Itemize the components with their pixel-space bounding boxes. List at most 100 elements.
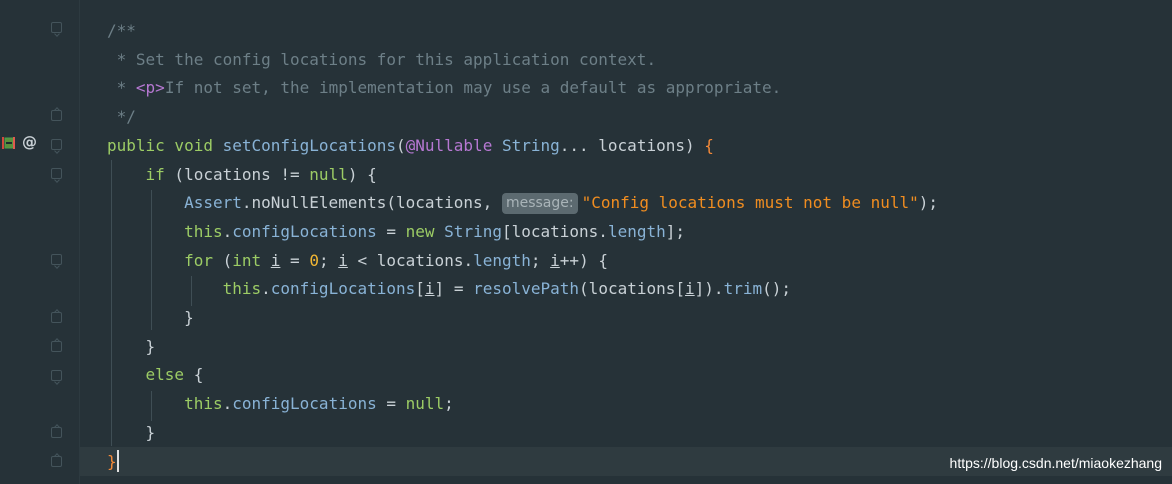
code-line[interactable]: for (int i = 0; i < locations.length; i+…: [107, 246, 608, 275]
code-token: );: [918, 193, 939, 213]
code-token: this: [184, 221, 223, 241]
code-line[interactable]: public void setConfigLocations(@Nullable…: [107, 131, 714, 160]
code-token: < locations.: [347, 250, 474, 270]
code-token: else: [145, 365, 185, 385]
code-token: .: [222, 221, 233, 241]
code-line[interactable]: }: [107, 447, 119, 476]
code-token: i: [424, 279, 435, 299]
code-line[interactable]: this.configLocations = null;: [107, 389, 454, 418]
code-token: }: [107, 451, 117, 471]
fold-expand-icon[interactable]: [51, 312, 62, 323]
fold-collapse-icon[interactable]: [51, 168, 62, 179]
code-token: ]).: [694, 279, 724, 299]
code-token: int: [232, 250, 271, 270]
fold-expand-icon[interactable]: [51, 110, 62, 121]
code-token: i: [550, 250, 560, 270]
code-token: String: [444, 221, 502, 241]
code-token: configLocations: [232, 221, 377, 241]
code-token: setConfigLocations: [222, 135, 396, 155]
code-token: /**: [107, 21, 136, 40]
fold-collapse-icon[interactable]: [51, 254, 62, 265]
code-token: new: [405, 221, 445, 241]
code-token: =: [376, 221, 406, 241]
code-token: configLocations: [270, 279, 416, 299]
code-token: i: [338, 250, 348, 270]
code-token: .noNullElements(locations,: [241, 193, 502, 213]
code-token: (: [212, 250, 233, 270]
code-token: i: [685, 279, 695, 299]
code-token: =: [376, 394, 406, 414]
code-editor[interactable]: @ /** * Set the config locations for thi…: [0, 0, 1172, 484]
fold-collapse-icon[interactable]: [51, 22, 62, 33]
code-token: }: [107, 308, 194, 327]
override-marker-icon[interactable]: [2, 135, 16, 151]
fold-collapse-icon[interactable]: [51, 370, 62, 381]
code-token: {: [184, 365, 204, 385]
code-token: this: [222, 279, 262, 299]
code-token: length: [473, 250, 531, 270]
code-token: =: [280, 250, 310, 270]
code-token: (locations !=: [164, 164, 310, 184]
code-token: *: [107, 78, 136, 98]
code-line[interactable]: else {: [107, 360, 204, 389]
code-token: null: [405, 394, 445, 414]
code-token: i: [270, 250, 281, 270]
annotation-at-icon[interactable]: @: [22, 133, 37, 151]
code-token: ;: [444, 394, 454, 414]
code-token: resolvePath: [473, 279, 580, 299]
code-line[interactable]: */: [107, 102, 136, 131]
parameter-hint: message:: [501, 193, 578, 215]
code-token: ] =: [434, 279, 474, 299]
code-token: ];: [665, 221, 685, 241]
code-line[interactable]: if (locations != null) {: [107, 160, 377, 189]
editor-gutter[interactable]: @: [0, 0, 80, 484]
code-token: public void: [107, 135, 223, 155]
code-line[interactable]: * <p>If not set, the implementation may …: [107, 73, 782, 102]
code-line[interactable]: this.configLocations[i] = resolvePath(lo…: [107, 274, 791, 303]
fold-expand-icon[interactable]: [51, 341, 62, 352]
watermark: https://blog.csdn.net/miaokezhang: [949, 455, 1162, 471]
fold-collapse-icon[interactable]: [51, 139, 62, 150]
code-token: ) {: [347, 164, 377, 184]
code-token: ;: [318, 250, 339, 270]
code-token: ... locations): [559, 135, 705, 155]
code-token: ;: [530, 250, 551, 270]
code-line[interactable]: }: [107, 418, 156, 447]
code-line[interactable]: Assert.noNullElements(locations, message…: [107, 188, 938, 217]
code-token: }: [107, 336, 156, 356]
code-token: <p>: [135, 78, 165, 98]
code-line[interactable]: }: [107, 303, 194, 332]
code-line[interactable]: this.configLocations = new String[locati…: [107, 217, 685, 246]
code-token: .: [222, 394, 233, 414]
code-token: Assert: [184, 193, 242, 213]
code-token: (: [395, 135, 406, 155]
gutter-separator: [79, 0, 80, 484]
code-token: ();: [762, 279, 791, 299]
code-token: */: [107, 107, 136, 127]
code-token: trim: [723, 279, 763, 299]
code-token: }: [107, 422, 156, 442]
code-token: If not set, the implementation may use a…: [164, 78, 782, 98]
code-token: String: [501, 135, 560, 155]
code-token: (locations[: [579, 279, 686, 299]
code-line[interactable]: * Set the config locations for this appl…: [107, 45, 656, 74]
code-token: @Nullable: [405, 135, 502, 155]
code-token: [: [415, 279, 425, 299]
code-token: "Config locations must not be null": [581, 193, 919, 213]
code-line[interactable]: /**: [107, 16, 136, 45]
code-line[interactable]: }: [107, 332, 156, 361]
fold-expand-icon[interactable]: [51, 427, 62, 438]
code-token: 0: [309, 250, 319, 270]
code-token: .: [261, 279, 271, 299]
code-token: null: [309, 164, 348, 184]
code-token: length: [607, 221, 666, 241]
fold-expand-icon[interactable]: [51, 456, 62, 467]
code-token: [locations.: [501, 221, 608, 241]
